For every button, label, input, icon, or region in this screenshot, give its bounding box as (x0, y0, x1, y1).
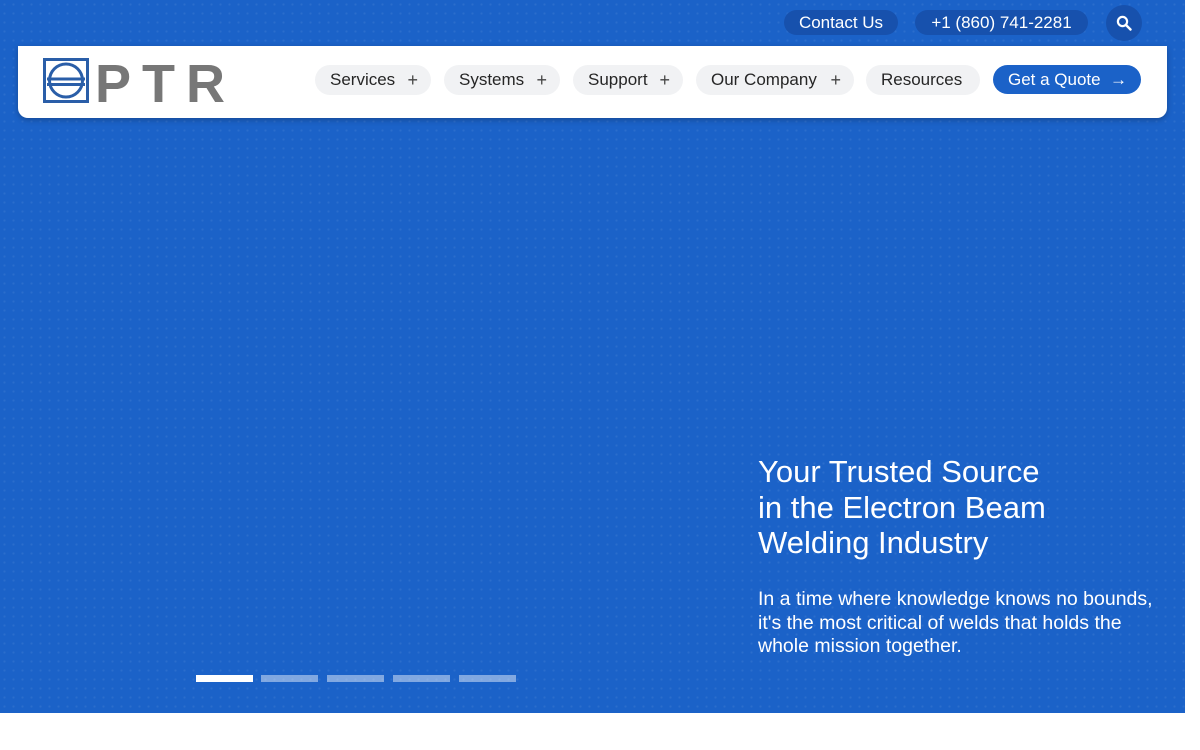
plus-icon: + (536, 70, 547, 90)
ptr-logo[interactable]: PTR (43, 54, 225, 114)
hero-headline: Your Trusted Source in the Electron Beam… (758, 454, 1158, 561)
nav-item-label: Services (330, 70, 396, 89)
nav-item-our-company[interactable]: Our Company + (696, 65, 854, 95)
slider-dot-5[interactable] (459, 675, 516, 682)
hero-headline-line: in the Electron Beam (758, 489, 1046, 525)
nav-item-label: Support (588, 70, 648, 89)
nav-item-services[interactable]: Services + (315, 65, 431, 95)
nav-item-label: Systems (459, 70, 525, 89)
get-a-quote-button[interactable]: Get a Quote → (993, 65, 1141, 94)
nav-item-systems[interactable]: Systems + (444, 65, 560, 95)
plus-icon: + (659, 70, 670, 90)
scrollbar-gutter (1185, 0, 1200, 750)
nav-item-resources[interactable]: Resources (866, 65, 980, 95)
get-a-quote-label: Get a Quote (1008, 70, 1101, 89)
slider-dot-3[interactable] (327, 675, 384, 682)
plus-icon: + (830, 70, 841, 90)
search-icon (1116, 15, 1132, 31)
search-button[interactable] (1106, 5, 1142, 41)
plus-icon: + (407, 70, 418, 90)
hero-subtext: In a time where knowledge knows no bound… (758, 588, 1153, 657)
slider-dot-4[interactable] (393, 675, 450, 682)
main-navbar: PTR Services + Systems + Support + Our C… (18, 46, 1167, 118)
nav-item-label: Our Company (711, 70, 817, 89)
logo-wordmark: PTR (95, 58, 225, 106)
slider-dot-1[interactable] (196, 675, 253, 682)
nav-item-support[interactable]: Support + (573, 65, 683, 95)
contact-us-link[interactable]: Contact Us (784, 10, 898, 35)
ptr-logo-mark: PTR (43, 54, 225, 114)
hero-headline-line: Your Trusted Source (758, 454, 1040, 489)
arrow-right-icon: → (1110, 70, 1127, 89)
hero-headline-line: Welding Industry (758, 525, 989, 560)
slider-dot-2[interactable] (261, 675, 318, 682)
phone-link[interactable]: +1 (860) 741-2281 (915, 10, 1088, 35)
nav-item-label: Resources (881, 70, 963, 89)
